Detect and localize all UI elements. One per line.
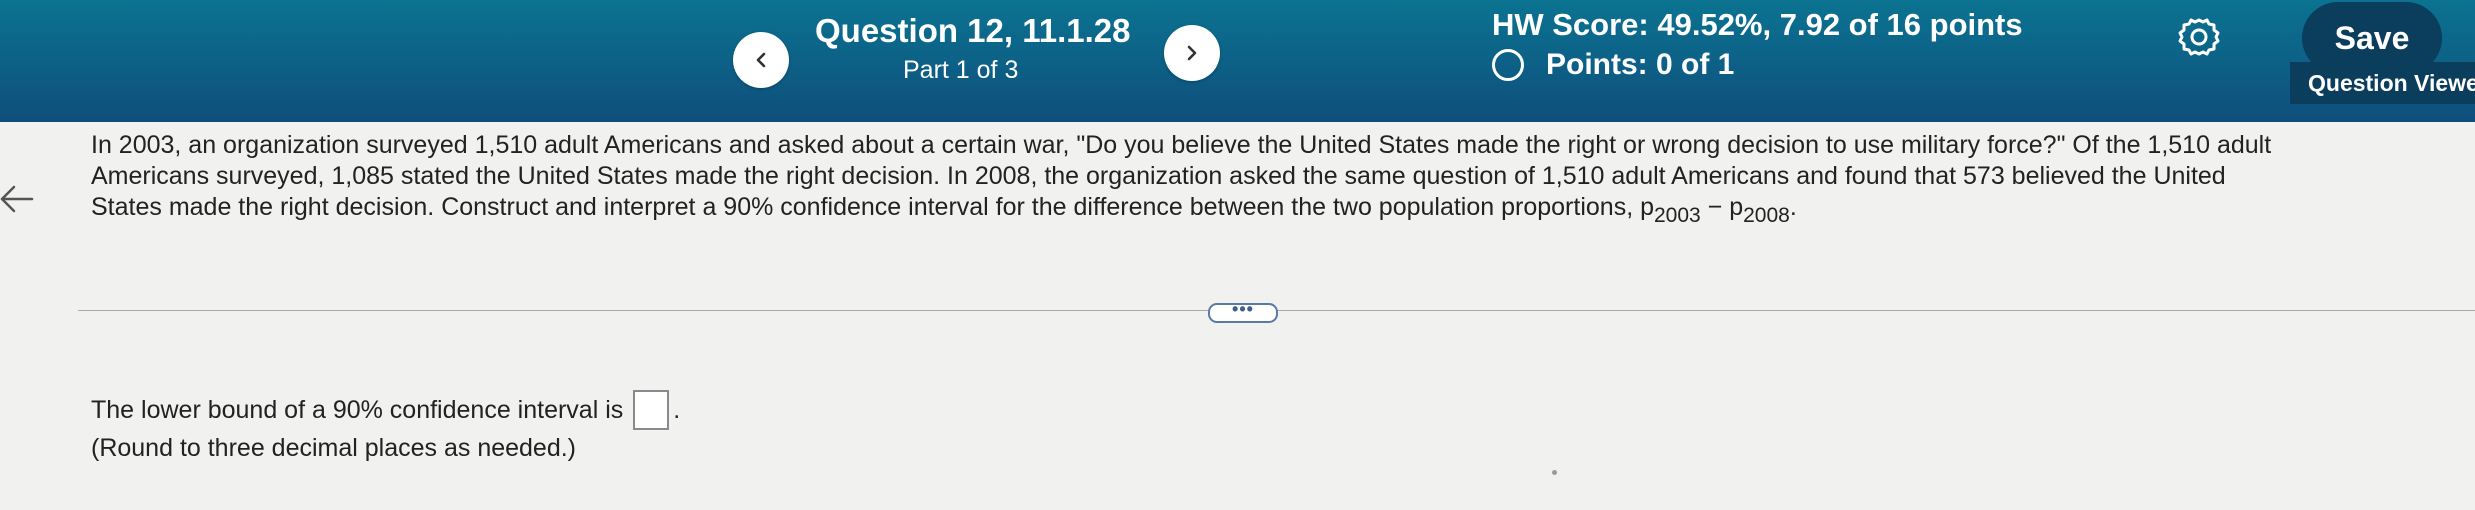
answer-suffix: . <box>673 395 681 424</box>
answer-line: The lower bound of a 90% confidence inte… <box>91 390 680 430</box>
rounding-note: (Round to three decimal places as needed… <box>91 434 577 462</box>
question-line-text: States made the right decision. Construc… <box>91 193 1641 221</box>
proportion-subscript: 2003 <box>1654 204 1701 227</box>
back-arrow-icon[interactable] <box>0 182 34 216</box>
question-line: States made the right decision. Construc… <box>91 192 2471 231</box>
proportion-symbol: p <box>1729 193 1744 221</box>
question-part: Part 1 of 3 <box>903 56 1019 84</box>
minus-sign: − <box>1700 193 1730 221</box>
question-text: In 2003, an organization surveyed 1,510 … <box>91 130 2471 231</box>
proportion-subscript: 2008 <box>1743 204 1790 227</box>
question-title: Question 12, 11.1.28 <box>815 12 1131 49</box>
chevron-left-icon <box>756 52 766 68</box>
chevron-right-icon <box>1187 45 1197 61</box>
proportion-symbol: p <box>1640 193 1654 221</box>
period: . <box>1789 193 1797 221</box>
expand-more-button[interactable]: ••• <box>1208 300 1278 323</box>
settings-button[interactable] <box>2176 16 2222 62</box>
points-status: Points: 0 of 1 <box>1492 48 1734 82</box>
question-header: Question 12, 11.1.28 Part 1 of 3 HW Scor… <box>0 0 2475 122</box>
question-line: Americans surveyed, 1,085 stated the Uni… <box>91 162 2226 190</box>
points-label: Points: 0 of 1 <box>1546 48 1735 81</box>
question-viewer-tab[interactable]: Question Viewer <box>2290 62 2475 104</box>
hw-score: HW Score: 49.52%, 7.92 of 16 points <box>1492 7 2023 42</box>
question-line: In 2003, an organization surveyed 1,510 … <box>91 131 2272 159</box>
empty-circle-icon <box>1492 49 1524 81</box>
answer-prompt: The lower bound of a 90% confidence inte… <box>91 395 624 424</box>
previous-question-button[interactable] <box>733 32 789 88</box>
gear-icon <box>2178 18 2220 56</box>
stray-dot <box>1552 470 1557 475</box>
next-question-button[interactable] <box>1164 25 1220 81</box>
lower-bound-input[interactable] <box>633 390 670 430</box>
